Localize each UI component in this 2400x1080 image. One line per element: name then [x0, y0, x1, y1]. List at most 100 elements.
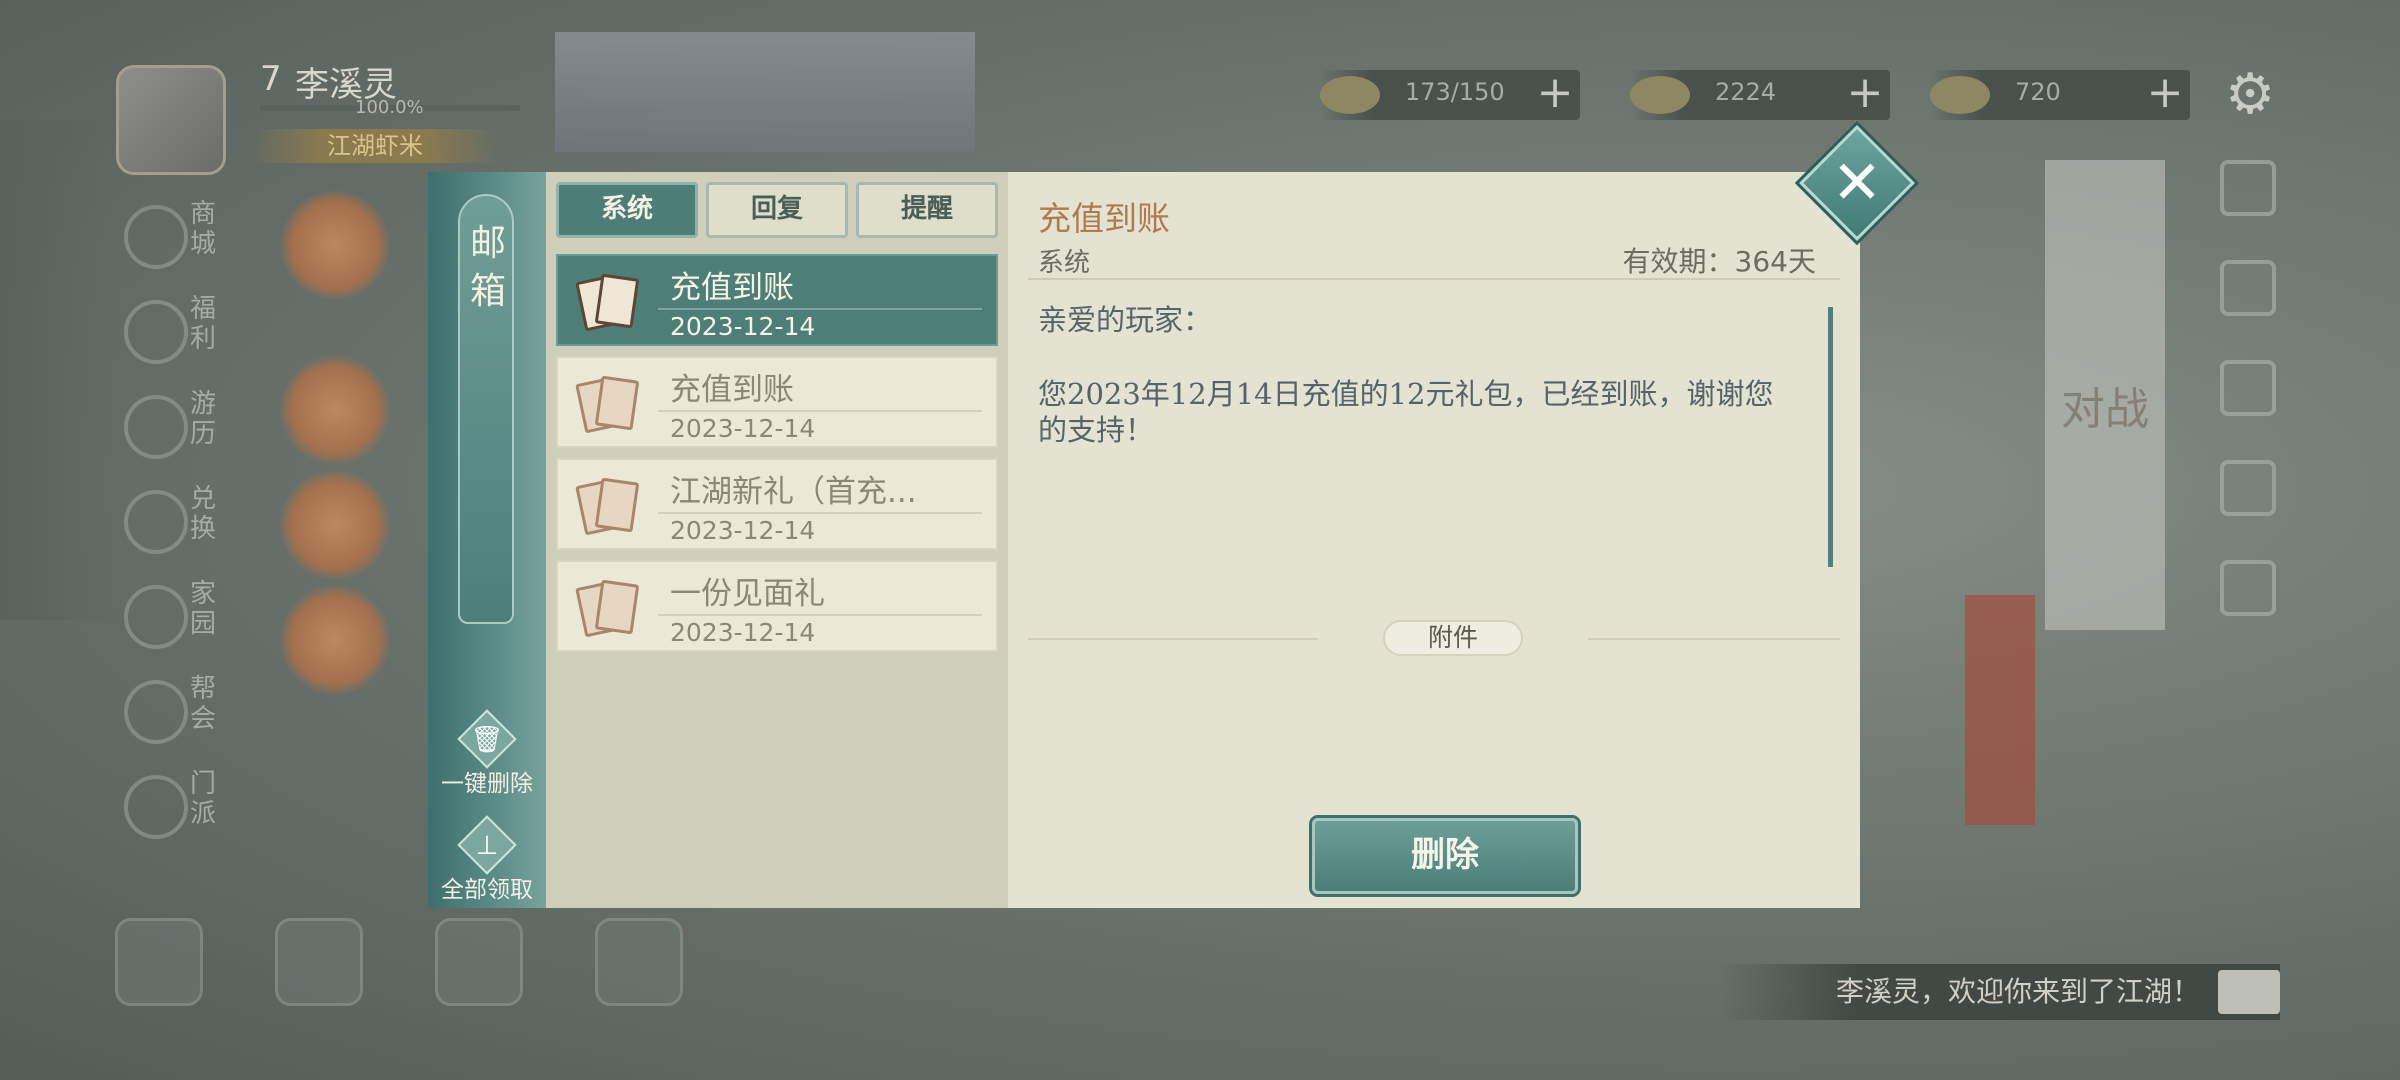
list-item[interactable]: 充值到账 2023-12-14: [556, 254, 998, 346]
mail-list: 充值到账 2023-12-14 充值到账 2023-12-14 江湖新礼（首充.…: [556, 254, 998, 662]
mail-title: 邮箱: [470, 223, 507, 312]
resource-coin: 2224 +: [1630, 70, 1890, 120]
mail-date: 2023-12-14: [670, 312, 816, 341]
list-item[interactable]: 充值到账 2023-12-14: [556, 356, 998, 448]
player-title: 江湖虾米: [250, 129, 500, 163]
envelope-icon: [575, 579, 640, 638]
mail-list-panel: 系统 回复 提醒 充值到账 2023-12-14 充值到账 2023-12-14…: [546, 172, 1008, 908]
mail-validity: 有效期：364天: [1622, 245, 1816, 278]
mail-tabs: 系统 回复 提醒: [556, 182, 998, 238]
guild-icon: [124, 680, 188, 744]
activity-orb[interactable]: [280, 355, 390, 465]
activity-orb[interactable]: [280, 470, 390, 580]
right-menu-icon[interactable]: [2220, 260, 2276, 316]
resource-value: 720: [2015, 78, 2061, 106]
mail-subject: 充值到账: [670, 372, 794, 408]
player-card[interactable]: 7 李溪灵 100.0% 江湖虾米: [110, 55, 550, 175]
add-stamina-button[interactable]: +: [1530, 70, 1580, 120]
ingot-icon: [1930, 76, 1990, 114]
shop-icon: [124, 205, 188, 269]
mail-detail-title: 充值到账: [1038, 199, 1170, 238]
battle-banner[interactable]: 对战: [2045, 160, 2165, 630]
bottom-menu-icon[interactable]: [275, 918, 363, 1006]
mail-content-panel: 充值到账 系统 有效期：364天 亲爱的玩家： 您2023年12月14日充值的1…: [1008, 172, 1860, 908]
claim-all-button[interactable]: ⊥ 全部领取: [428, 815, 546, 904]
resource-stamina: 173/150 +: [1320, 70, 1580, 120]
side-menu-guild[interactable]: 帮会: [118, 670, 228, 765]
sect-icon: [124, 775, 188, 839]
side-menu-travel[interactable]: 游历: [118, 385, 228, 480]
claim-icon: ⊥: [457, 815, 517, 875]
mail-date: 2023-12-14: [670, 516, 816, 545]
bottom-menu-icon[interactable]: [115, 918, 203, 1006]
side-menu-welfare[interactable]: 福利: [118, 290, 228, 385]
divider: [658, 308, 982, 310]
mail-subject: 江湖新礼（首充...: [670, 474, 917, 510]
right-menu-icon[interactable]: [2220, 560, 2276, 616]
side-menu: 商城 福利 游历 兑换 家园 帮会 门派: [118, 195, 228, 860]
activity-orb[interactable]: [280, 585, 390, 695]
tab-reminder[interactable]: 提醒: [856, 182, 998, 238]
mail-message: 您2023年12月14日充值的12元礼包，已经到账，谢谢您的支持！: [1038, 377, 1774, 447]
resource-ingot: 720 +: [1930, 70, 2190, 120]
delete-all-button[interactable]: 🗑 一键删除: [428, 709, 546, 798]
welcome-text: 李溪灵，欢迎你来到了江湖！: [1835, 975, 2200, 1008]
right-menu-icon[interactable]: [2220, 360, 2276, 416]
attachments-label: 附件: [1383, 620, 1523, 656]
mail-subject: 充值到账: [670, 270, 794, 306]
welfare-icon: [124, 300, 188, 364]
divider: [1028, 278, 1840, 280]
list-item[interactable]: 一份见面礼 2023-12-14: [556, 560, 998, 652]
event-banner[interactable]: [555, 32, 975, 152]
divider: [658, 614, 982, 616]
delete-all-label: 一键删除: [441, 771, 533, 797]
divider: [658, 410, 982, 412]
coin-icon: [1630, 76, 1690, 114]
resource-value: 173/150: [1405, 78, 1505, 106]
divider: [1028, 638, 1318, 640]
envelope-icon: [575, 273, 640, 332]
stamina-icon: [1320, 76, 1380, 114]
side-menu-home[interactable]: 家园: [118, 575, 228, 670]
add-ingot-button[interactable]: +: [2140, 70, 2190, 120]
side-menu-exchange[interactable]: 兑换: [118, 480, 228, 575]
envelope-icon: [575, 477, 640, 536]
mail-subject: 一份见面礼: [670, 576, 825, 612]
envelope-icon: [575, 375, 640, 434]
divider: [1588, 638, 1840, 640]
welcome-message: 李溪灵，欢迎你来到了江湖！: [1720, 964, 2280, 1020]
player-level: 7: [260, 59, 282, 99]
mail-body: 亲爱的玩家： 您2023年12月14日充值的12元礼包，已经到账，谢谢您的支持！: [1038, 302, 1798, 486]
exchange-icon: [124, 490, 188, 554]
travel-icon: [124, 395, 188, 459]
side-menu-shop[interactable]: 商城: [118, 195, 228, 290]
home-icon: [124, 585, 188, 649]
mail-sender: 系统: [1038, 248, 1091, 278]
gear-icon[interactable]: ⚙: [2225, 62, 2275, 127]
tab-system[interactable]: 系统: [556, 182, 698, 238]
right-menu: [2220, 160, 2290, 660]
add-coin-button[interactable]: +: [1840, 70, 1890, 120]
mail-sidebar: 邮箱 🗑 一键删除 ⊥ 全部领取: [428, 172, 546, 908]
scrollbar[interactable]: [1828, 307, 1833, 567]
avatar[interactable]: [116, 65, 226, 175]
background-decoration: [0, 120, 120, 620]
list-item[interactable]: 江湖新礼（首充... 2023-12-14: [556, 458, 998, 550]
side-menu-sect[interactable]: 门派: [118, 765, 228, 860]
resource-value: 2224: [1715, 78, 1777, 106]
manual-icon[interactable]: [595, 918, 683, 1006]
bottom-menu: [115, 918, 715, 1008]
mail-date: 2023-12-14: [670, 414, 816, 443]
right-menu-icon[interactable]: [2220, 160, 2276, 216]
right-menu-icon[interactable]: [2220, 460, 2276, 516]
chat-button[interactable]: [2218, 970, 2280, 1014]
divider: [658, 512, 982, 514]
mail-date: 2023-12-14: [670, 618, 816, 647]
activity-orb[interactable]: [280, 190, 390, 300]
tab-reply[interactable]: 回复: [706, 182, 848, 238]
delete-button[interactable]: 删除: [1312, 818, 1578, 894]
exp-percent: 100.0%: [355, 97, 424, 118]
bag-icon[interactable]: [435, 918, 523, 1006]
mail-greeting: 亲爱的玩家：: [1038, 303, 1213, 337]
close-icon: ✕: [1831, 148, 1883, 218]
